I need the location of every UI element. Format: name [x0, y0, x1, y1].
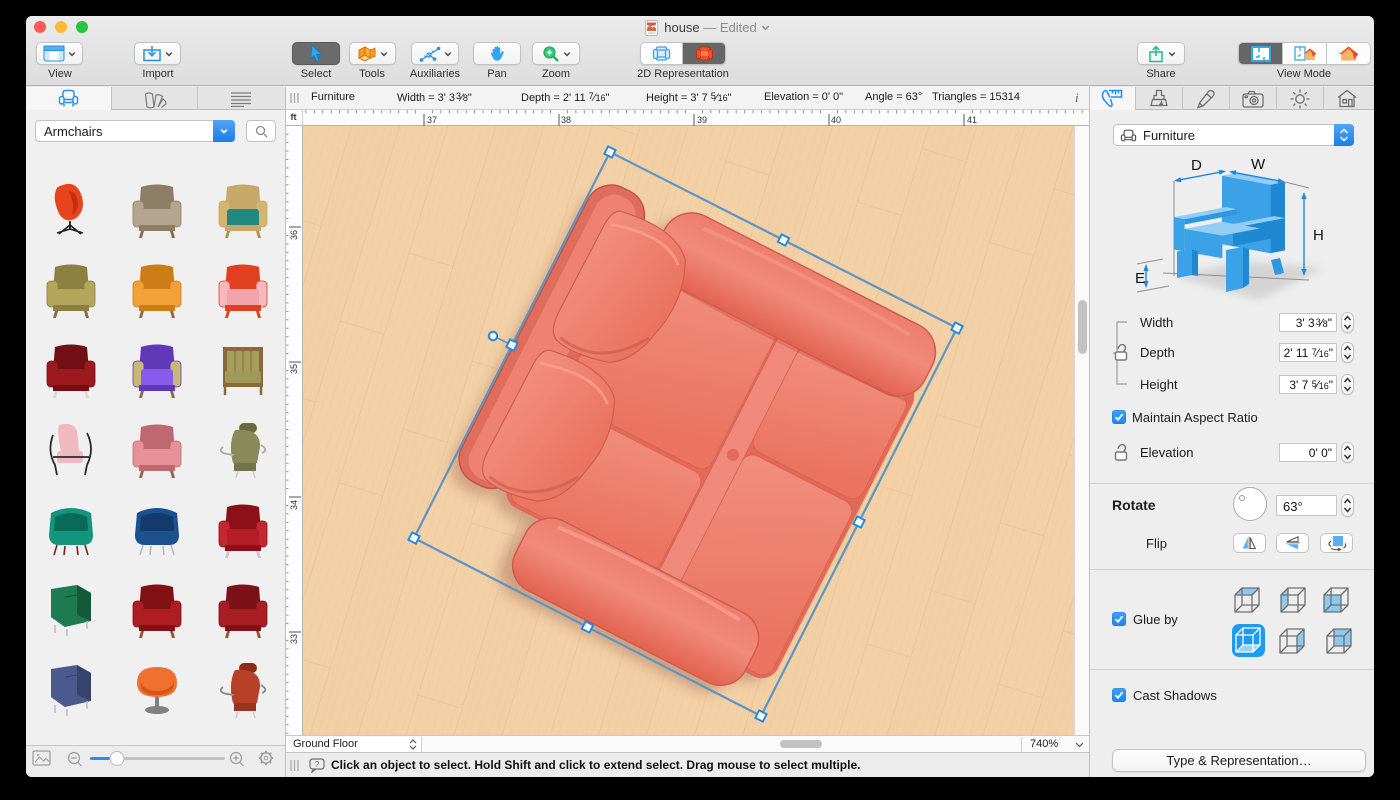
svg-text:36: 36 [289, 230, 299, 240]
svg-text:H: H [1313, 227, 1324, 244]
svg-text:?: ? [315, 760, 320, 769]
svg-text:D: D [1191, 157, 1202, 174]
svg-text:38: 38 [561, 115, 571, 125]
svg-text:37: 37 [427, 115, 437, 125]
svg-text:40: 40 [831, 115, 841, 125]
svg-text:39: 39 [697, 115, 707, 125]
svg-text:35: 35 [289, 364, 299, 374]
svg-text:41: 41 [967, 115, 977, 125]
svg-text:33: 33 [289, 634, 299, 644]
svg-text:E: E [1135, 270, 1145, 287]
svg-text:W: W [1251, 156, 1266, 173]
svg-text:34: 34 [289, 500, 299, 510]
